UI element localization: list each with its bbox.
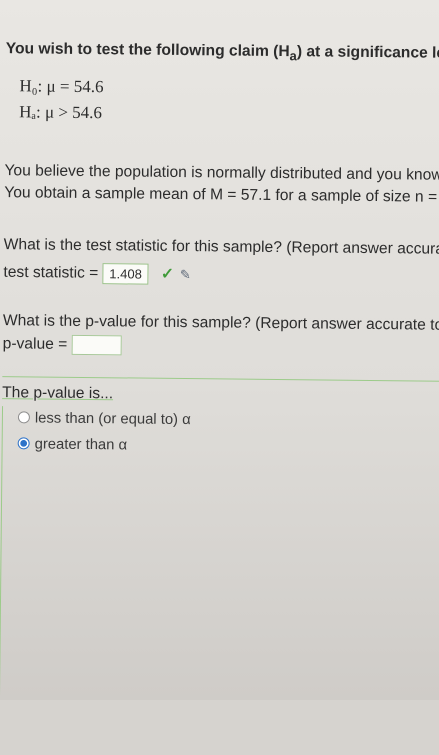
radio-greater-than[interactable] xyxy=(17,437,30,450)
option-less-than-label: less than (or equal to) α xyxy=(34,410,191,429)
p-value-row: p-value = xyxy=(2,334,122,356)
question-sheet: You wish to test the following claim (Ha… xyxy=(0,28,439,753)
test-statistic-prompt: What is the test statistic for this samp… xyxy=(3,236,439,260)
pencil-icon[interactable]: ✎ xyxy=(180,267,191,282)
comparison-heading: The p-value is... xyxy=(2,384,114,403)
p-value-label: p-value = xyxy=(2,335,68,353)
option-greater-than-label: greater than α xyxy=(34,436,128,454)
comparison-border xyxy=(0,406,4,697)
intro-tail-text: ) at a significance level of α = 0.005. xyxy=(296,43,439,63)
test-statistic-label: test statistic = xyxy=(3,263,99,282)
belief-line-2: You obtain a sample mean of M = 57.1 for… xyxy=(4,184,439,206)
p-value-input[interactable] xyxy=(71,334,122,356)
radio-less-than[interactable] xyxy=(17,411,30,424)
alternative-hypothesis: Hₐ: μ > 54.6 xyxy=(19,102,103,123)
option-less-than[interactable]: less than (or equal to) α xyxy=(17,410,191,429)
question-intro: You wish to test the following claim (Ha… xyxy=(6,40,439,66)
option-greater-than[interactable]: greater than α xyxy=(17,436,128,454)
belief-line-1: You believe the population is normally d… xyxy=(4,162,439,186)
intro-text: You wish to test the following claim (H xyxy=(5,40,290,61)
null-hypothesis: H₀: μ = 54.6 xyxy=(19,76,104,97)
test-statistic-row: test statistic = 1.408 ✓ ✎ xyxy=(3,262,191,285)
correct-check-icon: ✓ xyxy=(160,265,175,283)
test-statistic-input[interactable]: 1.408 xyxy=(102,263,149,285)
divider xyxy=(2,376,439,382)
p-value-prompt: What is the p-value for this sample? (Re… xyxy=(2,312,439,335)
